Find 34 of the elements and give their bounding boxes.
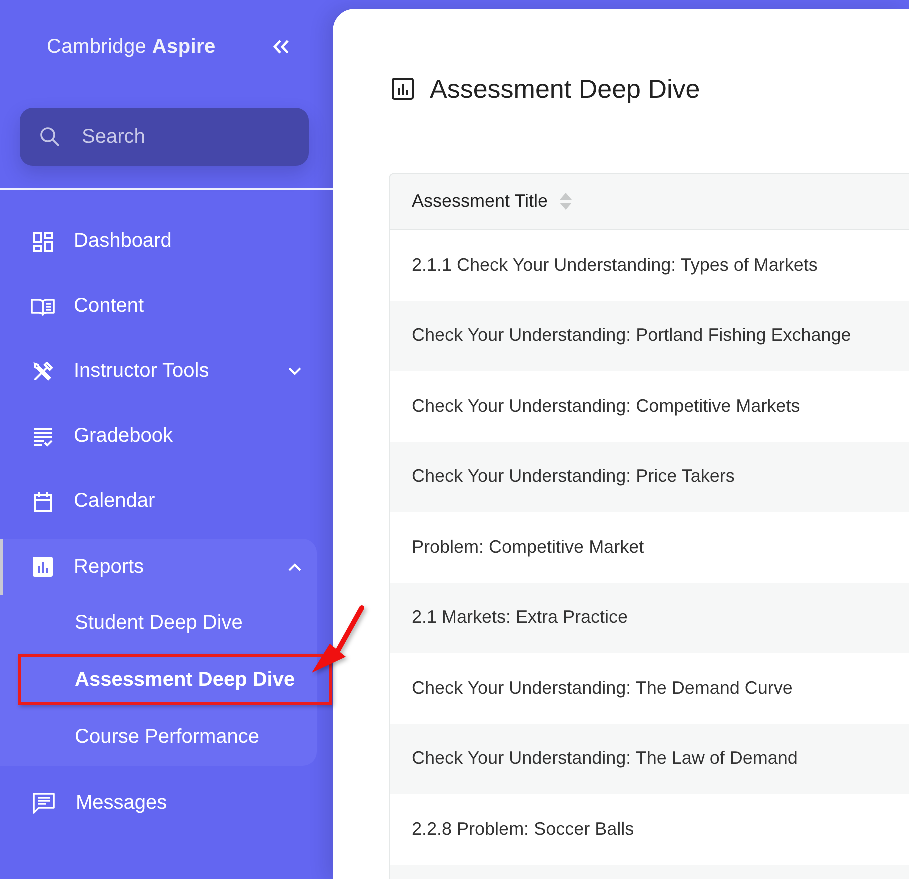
submenu-item[interactable]: Assessment Deep Dive [0, 652, 317, 709]
nav-item[interactable]: Calendar [0, 469, 317, 534]
logo: Cambridge Aspire [47, 36, 216, 58]
nav-item[interactable]: Content [0, 274, 317, 339]
calendar-icon [33, 492, 53, 512]
submenu-item[interactable]: Student Deep Dive [0, 595, 317, 652]
double-chevron-left-icon [273, 40, 290, 54]
search-field[interactable]: Search [20, 108, 309, 166]
table-cell-text: Check Your Understanding: The Law of Demand [411, 747, 799, 770]
nav-item[interactable]: Instructor Tools [0, 339, 317, 404]
bar-chart-icon [392, 78, 414, 100]
table-cell-text: Check Your Understanding: Portland Fishing Exchange [411, 324, 852, 348]
nav-item[interactable]: Gradebook [0, 404, 317, 469]
table-cell-text: 2.2.8 Problem: Soccer Balls [411, 818, 636, 841]
table-cell-text: Check Your Understanding: Competitive Markets [411, 394, 802, 418]
hammer-screwdriver-icon [33, 362, 53, 382]
bar-chart-icon [33, 557, 53, 577]
nav-item[interactable]: Dashboard [0, 209, 317, 274]
table-cell-text: 2.1.1 Check Your Understanding: Types of Markets [411, 254, 819, 277]
nav-item[interactable]: Messages [0, 771, 317, 836]
checklist-icon [33, 426, 53, 446]
chat-bubble-icon [33, 793, 55, 814]
submenu-item[interactable]: Course Performance [0, 709, 317, 766]
search-icon [40, 127, 60, 147]
page-title: Assessment Deep Dive [430, 74, 700, 104]
open-book-icon [31, 298, 55, 316]
table-cell-text: 2.1 Markets: Extra Practice [411, 606, 630, 630]
dashboard-grid-icon [33, 232, 53, 252]
nav-item[interactable]: Reports [0, 539, 317, 595]
table-cell-text: Check Your Understanding: The Demand Curve [411, 676, 794, 700]
collapse-sidebar-button[interactable] [273, 40, 290, 54]
table-cell-text: Problem: Competitive Market [411, 536, 646, 559]
table-cell-text: Check Your Understanding: Price Takers [411, 465, 736, 488]
annotation-arrow [312, 606, 364, 673]
